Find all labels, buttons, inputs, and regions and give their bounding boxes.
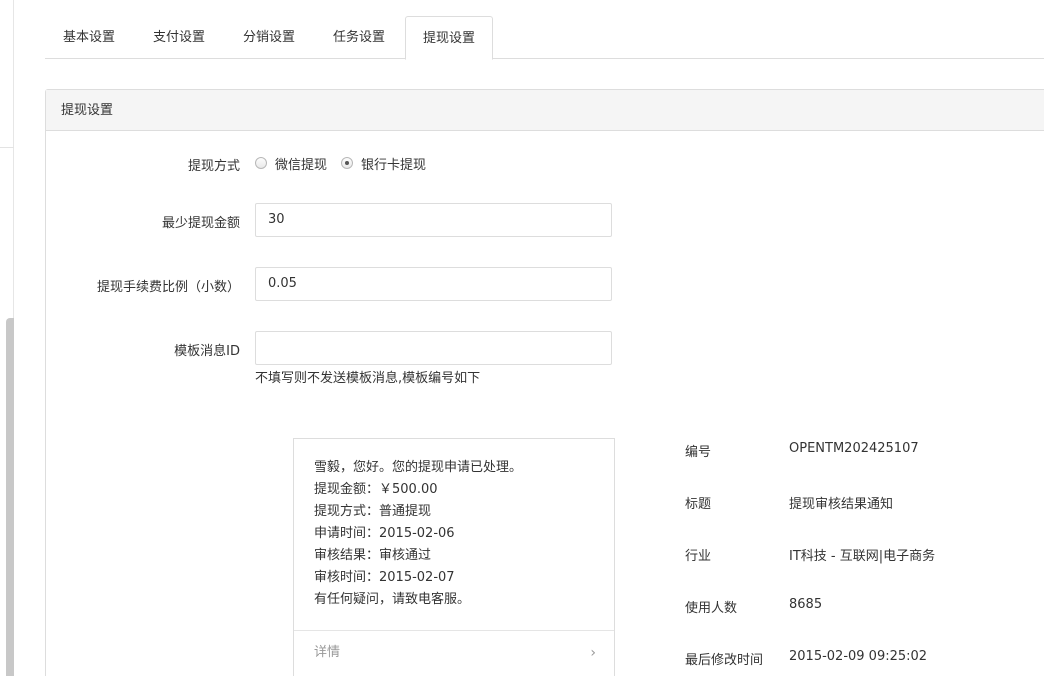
tab-basic-settings[interactable]: 基本设置 bbox=[45, 16, 133, 59]
preview-line: 审核时间：2015-02-07 bbox=[314, 570, 455, 585]
info-value-last-modified: 2015-02-09 09:25:02 bbox=[789, 649, 928, 664]
fee-ratio-input[interactable]: 0.05 bbox=[255, 267, 612, 301]
preview-line: 审核结果：审核通过 bbox=[314, 548, 432, 563]
radio-bank-card-withdraw[interactable]: 银行卡提现 bbox=[341, 154, 426, 173]
settings-tabs: 基本设置 支付设置 分销设置 任务设置 提现设置 bbox=[45, 16, 1044, 60]
radio-unchecked-icon bbox=[255, 157, 267, 169]
preview-detail-label: 详情 bbox=[314, 645, 341, 660]
preview-detail-link[interactable]: 详情 › bbox=[294, 630, 614, 676]
tab-task-settings[interactable]: 任务设置 bbox=[315, 16, 403, 59]
template-preview-body: 雪毅，您好。您的提现申请已处理。 提现金额：￥500.00 提现方式：普通提现 … bbox=[294, 439, 614, 611]
template-id-input[interactable] bbox=[255, 331, 612, 365]
info-value-title: 提现审核结果通知 bbox=[789, 497, 894, 512]
radio-wechat-withdraw[interactable]: 微信提现 bbox=[255, 154, 327, 173]
min-amount-input[interactable]: 30 bbox=[255, 203, 612, 237]
info-key-last-modified: 最后修改时间 bbox=[685, 653, 764, 668]
radio-checked-icon bbox=[341, 157, 354, 169]
sidebar-divider bbox=[0, 147, 14, 148]
info-value-number: OPENTM202425107 bbox=[789, 441, 919, 456]
template-id-help-text: 不填写则不发送模板消息,模板编号如下 bbox=[255, 371, 481, 386]
info-value-industry: IT科技 - 互联网|电子商务 bbox=[789, 549, 936, 564]
template-id-label: 模板消息ID bbox=[174, 344, 240, 359]
info-key-industry: 行业 bbox=[685, 549, 712, 564]
preview-line: 申请时间：2015-02-06 bbox=[314, 526, 455, 541]
tab-distribution-settings[interactable]: 分销设置 bbox=[225, 16, 313, 59]
tab-withdraw-settings[interactable]: 提现设置 bbox=[405, 16, 493, 60]
preview-line: 提现方式：普通提现 bbox=[314, 504, 432, 519]
info-value-users: 8685 bbox=[789, 597, 823, 612]
tab-payment-settings[interactable]: 支付设置 bbox=[135, 16, 223, 59]
preview-line: 雪毅，您好。您的提现申请已处理。 bbox=[314, 460, 523, 475]
min-amount-label: 最少提现金额 bbox=[161, 216, 240, 231]
radio-bank-card-label: 银行卡提现 bbox=[361, 157, 427, 173]
info-key-users: 使用人数 bbox=[685, 601, 738, 616]
panel-title: 提现设置 bbox=[46, 90, 1044, 131]
sidebar-edge bbox=[0, 0, 14, 676]
preview-line: 有任何疑问，请致电客服。 bbox=[314, 592, 471, 607]
sidebar-scrollbar[interactable] bbox=[6, 318, 14, 676]
withdraw-method-radio-group: 微信提现 银行卡提现 bbox=[255, 154, 440, 173]
info-key-number: 编号 bbox=[685, 445, 712, 460]
info-key-title: 标题 bbox=[685, 497, 712, 512]
template-preview-card: 雪毅，您好。您的提现申请已处理。 提现金额：￥500.00 提现方式：普通提现 … bbox=[293, 438, 615, 676]
preview-line: 提现金额：￥500.00 bbox=[314, 482, 438, 497]
chevron-right-icon: › bbox=[590, 645, 596, 661]
withdraw-method-label: 提现方式 bbox=[187, 159, 240, 174]
fee-ratio-label: 提现手续费比例（小数） bbox=[96, 280, 240, 295]
radio-wechat-label: 微信提现 bbox=[275, 157, 328, 173]
